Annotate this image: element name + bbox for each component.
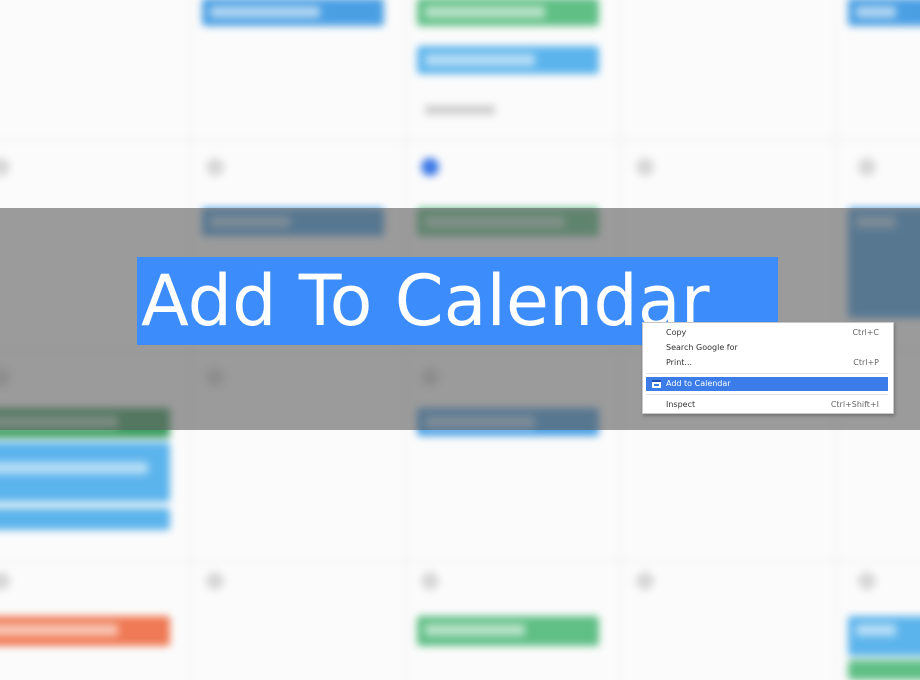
calendar-event[interactable] — [848, 660, 920, 680]
menu-item-shortcut: Ctrl+Shift+I — [830, 400, 879, 409]
menu-item-shortcut: Ctrl+P — [853, 358, 879, 367]
calendar-event[interactable] — [0, 508, 170, 530]
menu-item-inspect[interactable]: Inspect Ctrl+Shift+I — [643, 398, 893, 412]
day-number[interactable] — [858, 158, 876, 176]
day-number-today[interactable] — [421, 158, 439, 176]
screenshot-stage: Add To Calendar Copy Ctrl+C Search Googl… — [0, 0, 920, 680]
menu-item-label: Inspect — [666, 400, 696, 409]
calendar-icon — [652, 380, 661, 388]
day-number[interactable] — [206, 572, 224, 590]
menu-item-label: Print... — [666, 358, 693, 367]
menu-item-print[interactable]: Print... Ctrl+P — [643, 356, 893, 370]
more-events-link[interactable] — [425, 105, 495, 115]
calendar-event[interactable] — [417, 46, 599, 74]
menu-item-shortcut: Ctrl+C — [852, 328, 879, 337]
calendar-event[interactable] — [848, 616, 920, 656]
menu-item-copy[interactable]: Copy Ctrl+C — [643, 326, 893, 340]
calendar-event[interactable] — [417, 0, 599, 26]
menu-item-label: Search Google for — [666, 343, 738, 352]
calendar-event[interactable] — [848, 0, 920, 26]
day-number[interactable] — [636, 572, 654, 590]
menu-item-add-to-calendar[interactable]: Add to Calendar — [646, 377, 888, 391]
context-menu: Copy Ctrl+C Search Google for Print... C… — [642, 322, 894, 414]
calendar-event[interactable] — [0, 442, 170, 502]
day-number[interactable] — [636, 158, 654, 176]
day-number[interactable] — [421, 572, 439, 590]
title-text: Add To Calendar — [141, 260, 710, 342]
menu-item-label: Add to Calendar — [666, 379, 731, 388]
day-number[interactable] — [0, 158, 10, 176]
calendar-grid-line — [0, 140, 920, 141]
day-number[interactable] — [206, 158, 224, 176]
menu-item-search-google[interactable]: Search Google for — [643, 341, 893, 355]
menu-separator — [646, 394, 888, 395]
day-number[interactable] — [858, 572, 876, 590]
menu-separator — [646, 373, 888, 374]
calendar-event[interactable] — [0, 616, 170, 646]
menu-item-label: Copy — [666, 328, 687, 337]
day-number[interactable] — [0, 572, 10, 590]
calendar-event[interactable] — [202, 0, 384, 26]
calendar-grid-line — [0, 560, 920, 561]
calendar-event[interactable] — [417, 616, 599, 646]
